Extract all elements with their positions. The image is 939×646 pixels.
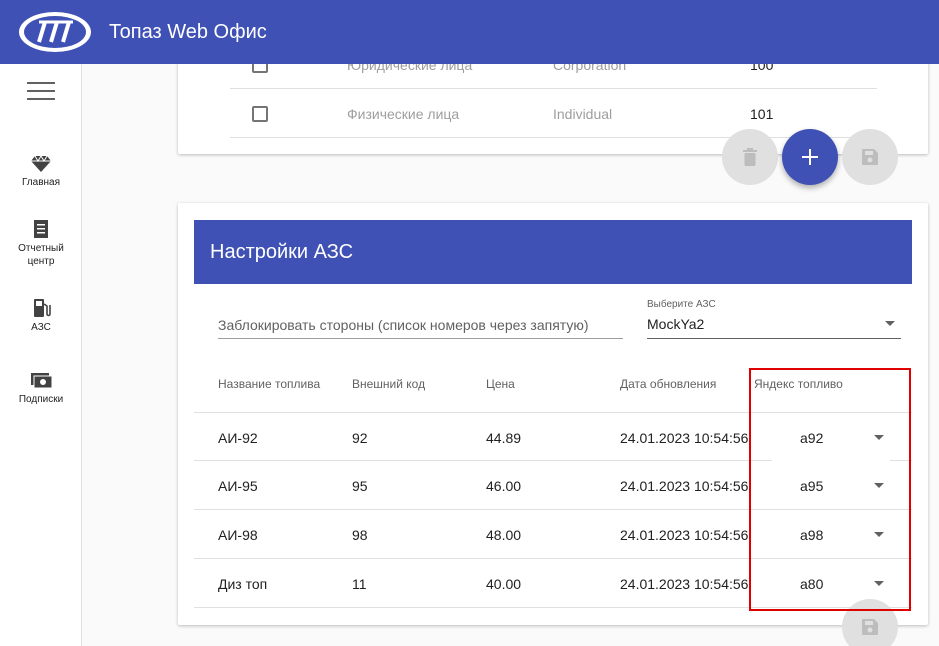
client-type-code: Individual [553,106,613,122]
fuel-code: 92 [352,430,368,446]
money-icon [31,373,52,389]
fuel-price: 40.00 [486,576,522,592]
yandex-fuel-value: a98 [800,527,824,543]
fuel-code: 95 [352,478,368,494]
azs-select-value: MockYa2 [647,316,705,332]
fuel-price: 46.00 [486,478,522,494]
column-header-yandex-fuel: Яндекс топливо [754,377,843,391]
yandex-fuel-value: a92 [800,430,824,446]
sidebar-item-subscriptions[interactable]: Подписки [0,369,82,406]
save-settings-button[interactable] [842,599,898,646]
gas-station-icon [34,299,51,317]
delete-button[interactable] [722,129,778,185]
fuel-name: АИ-95 [218,478,258,494]
fuel-name: АИ-98 [218,527,258,543]
dropdown-arrow-icon [885,321,895,326]
dropdown-arrow-icon [874,532,884,537]
column-header-updated: Дата обновления [620,377,717,391]
fuel-updated: 24.01.2023 10:54:56 [620,478,749,494]
fuel-name: АИ-92 [218,430,258,446]
column-header-external-code: Внешний код [352,377,426,391]
save-button[interactable] [842,129,898,185]
sidebar-item-azs[interactable]: АЗС [0,297,82,334]
card-header: Настройки АЗС [194,220,912,284]
plus-icon [802,149,818,165]
azs-select[interactable]: Выберите АЗС MockYa2 [647,295,901,339]
fuel-updated: 24.01.2023 10:54:56 [620,576,749,592]
fuel-code: 11 [352,576,367,592]
trash-icon [743,148,757,166]
card-title: Настройки АЗС [210,241,354,263]
sidebar-item-home[interactable]: Главная [0,152,82,189]
sidebar: Главная Отчетный центр АЗС Подписки [0,64,82,646]
sidebar-item-label: Отчетный центр [18,243,64,267]
client-type-value: 101 [750,106,774,122]
table-row: АИ-95 95 46.00 24.01.2023 10:54:56 a95 [194,461,912,510]
dropdown-arrow-icon [874,435,884,440]
fuel-updated: 24.01.2023 10:54:56 [620,527,749,543]
dropdown-arrow-icon [874,581,884,586]
fuel-code: 98 [352,527,368,543]
yandex-fuel-value: a80 [800,576,824,592]
hamburger-icon [27,82,55,84]
receipt-icon [34,220,48,238]
sidebar-item-reports[interactable]: Отчетный центр [0,218,82,268]
block-sides-input[interactable] [218,303,623,338]
add-button[interactable] [782,129,838,185]
yandex-fuel-value: a95 [800,478,824,494]
diamond-icon [31,155,51,172]
table-row: АИ-92 92 44.89 24.01.2023 10:54:56 a92 [194,412,912,461]
table-row: АИ-98 98 48.00 24.01.2023 10:54:56 a98 [194,510,912,559]
yandex-fuel-select[interactable]: a95 [772,461,890,509]
column-header-fuel-name: Название топлива [218,377,321,391]
floppy-disk-icon [862,149,878,165]
azs-select-label: Выберите АЗС [647,299,716,310]
app-title: Топаз Web Офис [109,21,267,43]
sidebar-item-label: Главная [21,177,61,188]
table-row: Диз топ 11 40.00 24.01.2023 10:54:56 a80 [194,559,912,608]
row-checkbox[interactable] [252,106,268,122]
column-header-price: Цена [486,377,515,391]
menu-button[interactable] [27,82,55,102]
sidebar-item-label: Подписки [18,394,64,405]
yandex-fuel-select[interactable]: a92 [772,413,890,461]
fuel-name: Диз топ [218,576,268,592]
floppy-disk-icon [862,619,878,635]
block-sides-field[interactable] [218,303,623,339]
client-type-name: Физические лица [347,106,460,122]
fuel-price: 48.00 [486,527,522,543]
fuel-price: 44.89 [486,430,522,446]
fuel-updated: 24.01.2023 10:54:56 [620,430,749,446]
topaz-logo-icon [19,12,91,52]
sidebar-item-label: АЗС [31,322,51,333]
table-row: Физические лица Individual 101 [230,89,877,138]
yandex-fuel-select[interactable]: a98 [772,510,890,558]
app-bar: Топаз Web Офис [0,0,939,64]
dropdown-arrow-icon [874,483,884,488]
azs-settings-card: Настройки АЗС Выберите АЗС MockYa2 Назва… [178,203,928,625]
